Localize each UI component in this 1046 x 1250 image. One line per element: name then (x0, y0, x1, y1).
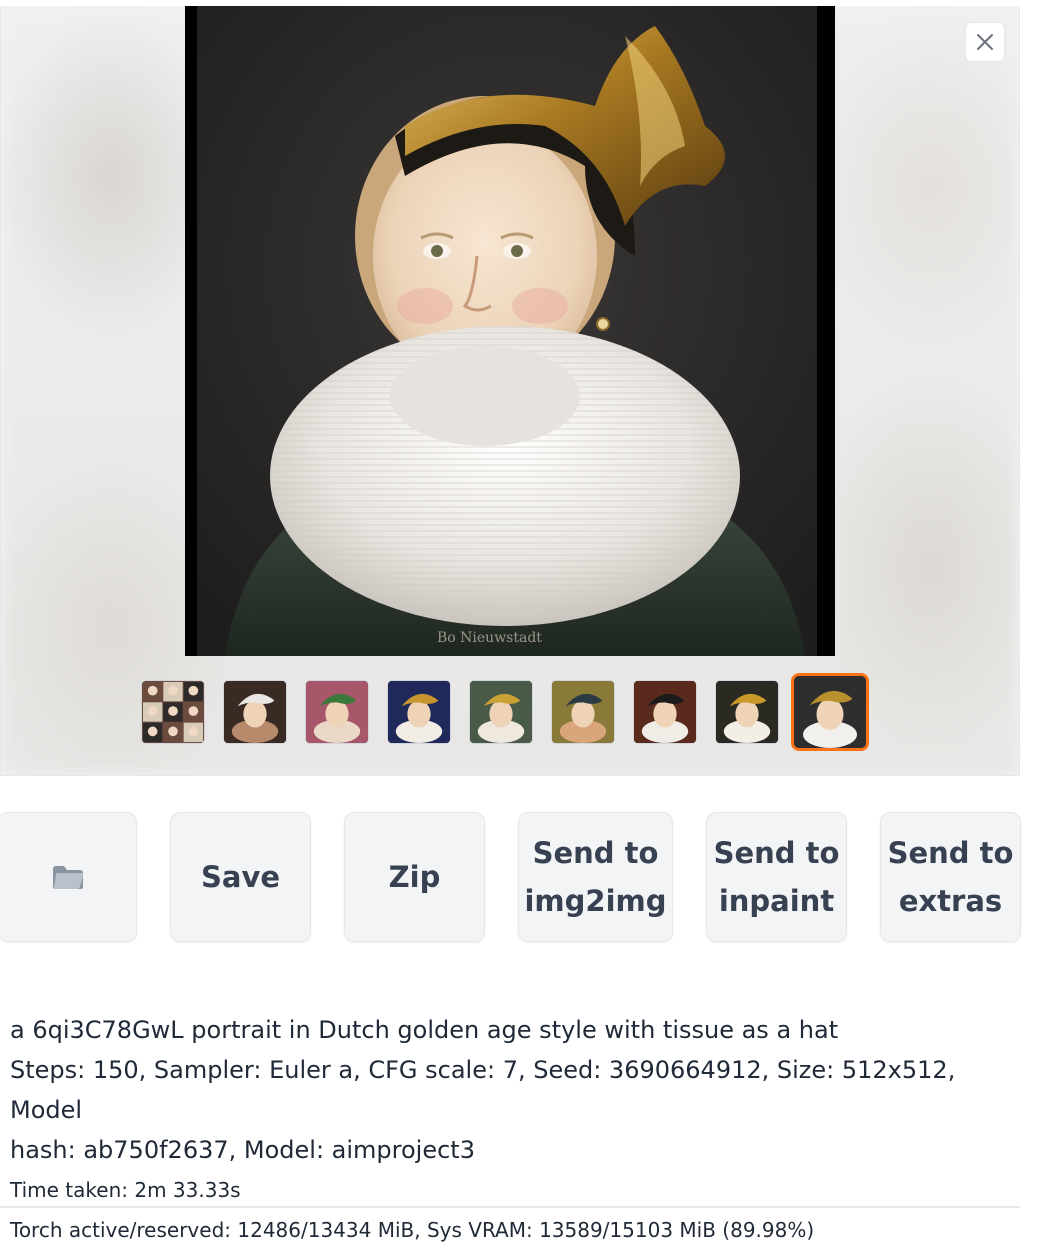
thumb-gold-bow[interactable] (469, 680, 533, 744)
save-button-label: Save (200, 860, 281, 894)
thumb-framed-image (388, 681, 450, 743)
thumb-white-hat[interactable] (223, 680, 287, 744)
prompt-text: a 6qi3C78GwL portrait in Dutch golden ag… (10, 1016, 839, 1044)
send-inpaint-line2: inpaint (718, 884, 835, 918)
thumb-gold-bow-image (470, 681, 532, 743)
params-line-1: Steps: 150, Sampler: Euler a, CFG scale:… (10, 1056, 956, 1124)
send-img2img-line2: img2img (524, 884, 667, 918)
thumbnail-strip (141, 673, 869, 751)
thumb-green-hat-image (306, 681, 368, 743)
open-folder-button[interactable] (0, 812, 137, 942)
thumb-grid[interactable] (141, 680, 205, 744)
vram-usage: Torch active/reserved: 12486/13434 MiB, … (10, 1218, 815, 1242)
thumb-tissue-hat-image (794, 676, 866, 748)
send-to-img2img-label: Send to img2img (524, 829, 666, 925)
thumb-green-hat[interactable] (305, 680, 369, 744)
thumb-tissue-hat[interactable] (791, 673, 869, 751)
time-taken: Time taken: 2m 33.33s (10, 1178, 241, 1202)
save-button[interactable]: Save (170, 812, 311, 942)
image-gallery: Bo Nieuwstadt (0, 6, 1020, 776)
portrait-painting: Bo Nieuwstadt (185, 6, 835, 656)
send-to-inpaint-button[interactable]: Send to inpaint (706, 812, 847, 942)
thumb-framed[interactable] (387, 680, 451, 744)
params-line-2: hash: ab750f2637, Model: aimproject3 (10, 1136, 475, 1164)
send-inpaint-line1: Send to (713, 836, 840, 870)
close-preview-button[interactable] (965, 22, 1005, 62)
send-extras-line2: extras (898, 884, 1003, 918)
thumb-white-hat-image (224, 681, 286, 743)
send-img2img-line1: Send to (532, 836, 659, 870)
generation-info: a 6qi3C78GwL portrait in Dutch golden ag… (10, 1010, 1010, 1250)
thumb-profile-image (552, 681, 614, 743)
thumb-profile[interactable] (551, 680, 615, 744)
close-icon (977, 34, 993, 50)
send-to-extras-label: Send to extras (888, 829, 1014, 925)
thumb-grid-image (142, 681, 204, 743)
svg-text:Bo Nieuwstadt: Bo Nieuwstadt (437, 630, 542, 646)
thumb-gold-hat-image (716, 681, 778, 743)
send-to-inpaint-label: Send to inpaint (714, 829, 840, 925)
send-extras-line1: Send to (887, 836, 1014, 870)
send-to-extras-button[interactable]: Send to extras (880, 812, 1021, 942)
divider (0, 1206, 1020, 1208)
thumb-gold-hat[interactable] (715, 680, 779, 744)
send-to-img2img-button[interactable]: Send to img2img (518, 812, 673, 942)
thumb-black-hat-image (634, 681, 696, 743)
zip-button-label: Zip (388, 860, 441, 894)
thumb-black-hat[interactable] (633, 680, 697, 744)
zip-button[interactable]: Zip (344, 812, 485, 942)
folder-icon (52, 866, 83, 889)
main-preview-image[interactable]: Bo Nieuwstadt (185, 6, 835, 656)
